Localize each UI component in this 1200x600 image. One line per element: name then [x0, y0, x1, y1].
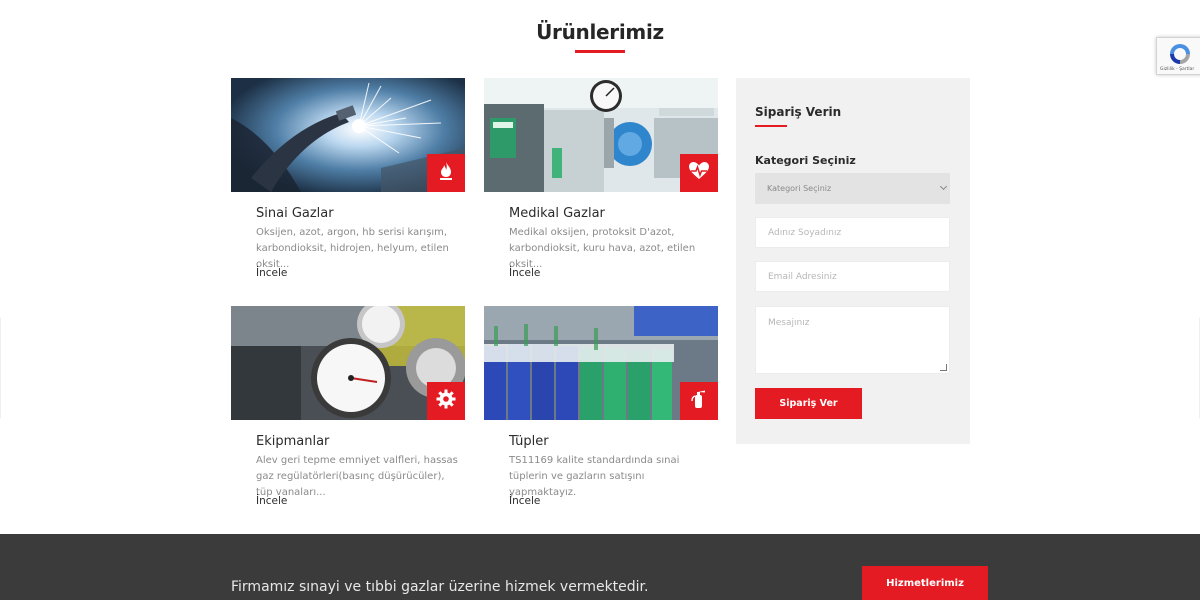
order-form-title-underline [755, 125, 787, 127]
submit-order-button[interactable]: Sipariş Ver [755, 388, 862, 419]
card-title[interactable]: Medikal Gazlar [509, 206, 605, 221]
email-input[interactable]: Email Adresiniz [755, 261, 950, 292]
card-badge [680, 382, 718, 420]
section-title-underline [575, 50, 625, 53]
section-title: Ürünlerimiz [536, 20, 664, 44]
card-read-more-link[interactable]: İncele [256, 495, 287, 507]
page: Ürünlerimiz Sinai Gazlar Oksijen, azot, … [0, 0, 1200, 600]
product-card-tupler[interactable]: Tüpler TS11169 kalite standardında sınai… [484, 306, 718, 530]
card-title[interactable]: Sinai Gazlar [256, 206, 334, 221]
card-description: Alev geri tepme emniyet valfleri, hassas… [256, 455, 458, 498]
order-form-title: Sipariş Verin [755, 105, 842, 119]
footer-band: Firmamız sınayi ve tıbbi gazlar üzerine … [0, 534, 1200, 600]
product-card-sinai-gazlar[interactable]: Sinai Gazlar Oksijen, azot, argon, hb se… [231, 78, 465, 302]
recaptcha-badge[interactable]: Gizlilik - Şartlar [1156, 37, 1200, 75]
resize-handle-icon[interactable] [940, 364, 947, 371]
chevron-down-icon [939, 182, 948, 191]
flame-icon [437, 161, 455, 186]
services-button[interactable]: Hizmetlerimiz [862, 566, 988, 600]
card-title[interactable]: Tüpler [509, 434, 549, 449]
gear-icon [436, 389, 456, 414]
footer-tagline: Firmamız sınayi ve tıbbi gazlar üzerine … [231, 579, 649, 595]
recaptcha-terms-text[interactable]: Gizlilik - Şartlar [1160, 67, 1194, 72]
category-label: Kategori Seçiniz [755, 154, 856, 167]
card-description: TS11169 kalite standardında sınai tüpler… [509, 455, 680, 498]
name-input[interactable]: Adınız Soyadınız [755, 217, 950, 248]
card-description: Medikal oksijen, protoksit D'azot, karbo… [509, 227, 696, 270]
card-badge [427, 154, 465, 192]
card-badge [680, 154, 718, 192]
category-select-value: Kategori Seçiniz [767, 184, 832, 193]
card-description: Oksijen, azot, argon, hb serisi karışım,… [256, 227, 449, 270]
message-textarea-placeholder: Mesajınız [768, 318, 810, 328]
category-select[interactable]: Kategori Seçiniz [755, 173, 950, 204]
left-edge-divider [0, 318, 1, 418]
card-read-more-link[interactable]: İncele [509, 495, 540, 507]
order-form-panel: Sipariş Verin Kategori Seçiniz Kategori … [736, 78, 970, 444]
fire-extinguisher-icon [690, 389, 708, 414]
card-read-more-link[interactable]: İncele [256, 267, 287, 279]
name-input-placeholder: Adınız Soyadınız [768, 227, 842, 238]
card-read-more-link[interactable]: İncele [509, 267, 540, 279]
message-textarea[interactable]: Mesajınız [755, 306, 950, 374]
product-card-medikal-gazlar[interactable]: Medikal Gazlar Medikal oksijen, protoksi… [484, 78, 718, 302]
email-input-placeholder: Email Adresiniz [768, 271, 837, 282]
card-badge [427, 382, 465, 420]
product-card-ekipmanlar[interactable]: Ekipmanlar Alev geri tepme emniyet valfl… [231, 306, 465, 530]
card-title[interactable]: Ekipmanlar [256, 434, 329, 449]
heartbeat-icon [688, 161, 710, 186]
